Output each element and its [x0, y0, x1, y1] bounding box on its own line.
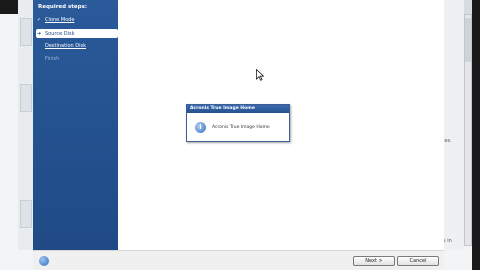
step-source-disk[interactable]: ➜ Source Disk [36, 29, 118, 38]
arrow-right-icon: ➜ [36, 30, 42, 37]
background-scrollbar-thumb[interactable] [465, 18, 471, 62]
check-icon: ✓ [36, 16, 42, 23]
background-text: les. [443, 138, 452, 144]
dialog-message: Acronis True Image Home [212, 125, 270, 130]
info-icon: i [195, 122, 206, 133]
dialog-title: Acronis True Image Home [187, 105, 289, 113]
info-dialog: Acronis True Image Home i Acronis True I… [186, 104, 290, 142]
cancel-button[interactable]: Cancel [397, 256, 439, 266]
step-label: Destination Disk [45, 42, 87, 49]
step-label: Source Disk [45, 30, 75, 37]
step-spacer [36, 43, 42, 49]
background-thumbnail [20, 18, 32, 46]
background-text: s in [443, 238, 452, 244]
step-finish: Finish [36, 54, 116, 63]
step-clone-mode[interactable]: ✓ Clone Mode [36, 15, 116, 24]
wizard-bottom-bar: Next > Cancel [33, 250, 444, 270]
step-label: Finish [45, 55, 60, 62]
sidebar-title: Required steps: [38, 4, 88, 10]
next-button[interactable]: Next > [353, 256, 395, 266]
mouse-cursor-icon [256, 69, 264, 81]
background-thumbnail [20, 84, 32, 112]
help-icon[interactable] [39, 256, 49, 266]
screen-right-edge [472, 0, 480, 270]
step-destination-disk[interactable]: Destination Disk [36, 41, 116, 50]
step-spacer [36, 56, 42, 62]
wizard-sidebar: Required steps: ✓ Clone Mode ➜ Source Di… [33, 0, 118, 250]
step-label: Clone Mode [45, 16, 75, 23]
background-thumbnail [20, 200, 32, 228]
